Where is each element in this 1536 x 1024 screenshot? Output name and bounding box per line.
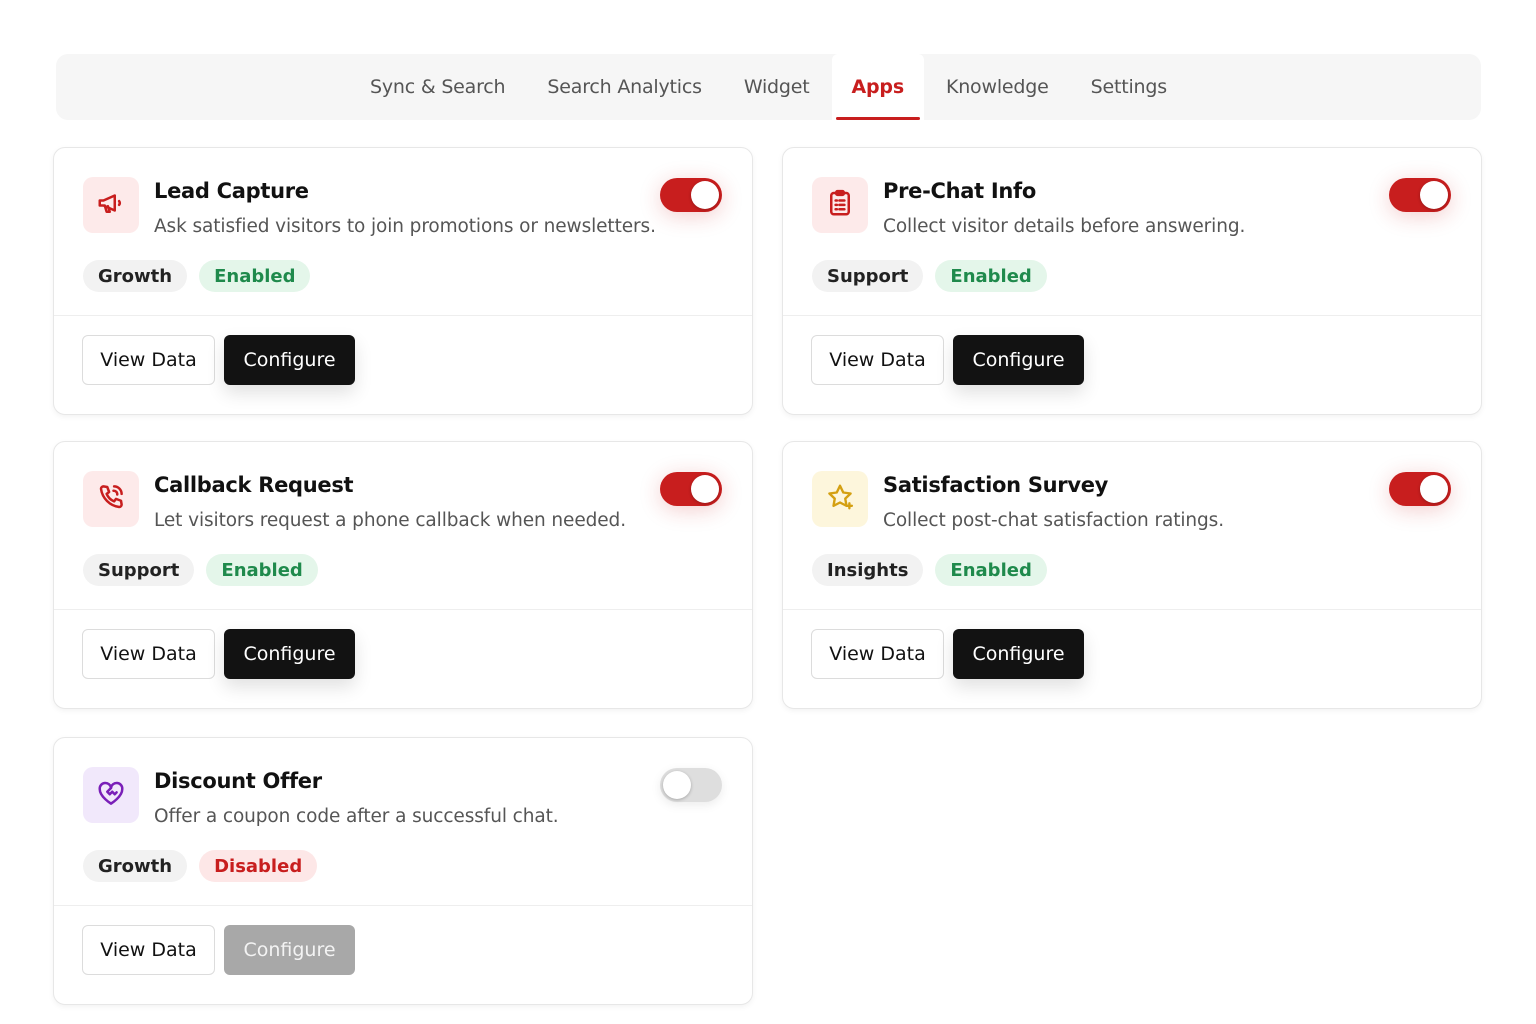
toggle-knob xyxy=(1420,475,1448,503)
view-data-button[interactable]: View Data xyxy=(82,629,215,679)
app-card-pre-chat-info: Pre-Chat Info Collect visitor details be… xyxy=(782,147,1482,415)
app-icon-box xyxy=(812,471,868,527)
tab-search-analytics[interactable]: Search Analytics xyxy=(527,54,721,120)
category-badge: Support xyxy=(83,554,195,586)
configure-button[interactable]: Configure xyxy=(953,335,1084,385)
app-toggle[interactable] xyxy=(660,768,722,802)
view-data-button[interactable]: View Data xyxy=(82,335,215,385)
tab-apps[interactable]: Apps xyxy=(831,54,924,120)
app-title: Discount Offer xyxy=(154,769,322,793)
app-icon-box xyxy=(83,767,139,823)
toggle-knob xyxy=(691,475,719,503)
heart-handshake-icon xyxy=(96,778,126,812)
app-card-callback-request: Callback Request Let visitors request a … xyxy=(53,441,753,709)
tab-settings[interactable]: Settings xyxy=(1071,54,1187,120)
view-data-button[interactable]: View Data xyxy=(811,335,944,385)
configure-button[interactable]: Configure xyxy=(224,335,355,385)
app-toggle[interactable] xyxy=(660,472,722,506)
app-icon-box xyxy=(812,177,868,233)
megaphone-icon xyxy=(96,188,126,222)
app-title: Lead Capture xyxy=(154,179,309,203)
toggle-knob xyxy=(691,181,719,209)
status-badge: Enabled xyxy=(199,260,311,292)
category-badge: Support xyxy=(812,260,924,292)
tab-bar: Sync & Search Search Analytics Widget Ap… xyxy=(56,54,1481,120)
badge-group: Support Enabled xyxy=(812,260,1047,292)
app-title: Callback Request xyxy=(154,473,354,497)
app-title: Satisfaction Survey xyxy=(883,473,1109,497)
app-description: Let visitors request a phone callback wh… xyxy=(154,510,626,531)
badge-group: Growth Enabled xyxy=(83,260,311,292)
toggle-knob xyxy=(663,771,691,799)
tab-knowledge[interactable]: Knowledge xyxy=(926,54,1069,120)
view-data-button[interactable]: View Data xyxy=(811,629,944,679)
status-badge: Enabled xyxy=(935,260,1047,292)
tab-sync-search[interactable]: Sync & Search xyxy=(350,54,525,120)
star-sparkle-icon xyxy=(825,482,855,516)
app-card-lead-capture: Lead Capture Ask satisfied visitors to j… xyxy=(53,147,753,415)
configure-button[interactable]: Configure xyxy=(224,925,355,975)
status-badge: Disabled xyxy=(199,850,318,882)
category-badge: Growth xyxy=(83,260,188,292)
configure-button[interactable]: Configure xyxy=(224,629,355,679)
clipboard-icon xyxy=(825,188,855,222)
app-title: Pre-Chat Info xyxy=(883,179,1037,203)
view-data-button[interactable]: View Data xyxy=(82,925,215,975)
badge-group: Growth Disabled xyxy=(83,850,318,882)
category-badge: Growth xyxy=(83,850,188,882)
app-icon-box xyxy=(83,177,139,233)
app-toggle[interactable] xyxy=(660,178,722,212)
configure-button[interactable]: Configure xyxy=(953,629,1084,679)
app-toggle[interactable] xyxy=(1389,178,1451,212)
status-badge: Enabled xyxy=(935,554,1047,586)
app-description: Collect post-chat satisfaction ratings. xyxy=(883,510,1224,531)
toggle-knob xyxy=(1420,181,1448,209)
app-icon-box xyxy=(83,471,139,527)
app-description: Ask satisfied visitors to join promotion… xyxy=(154,216,656,237)
category-badge: Insights xyxy=(812,554,924,586)
tab-widget[interactable]: Widget xyxy=(724,54,830,120)
app-card-satisfaction-survey: Satisfaction Survey Collect post-chat sa… xyxy=(782,441,1482,709)
badge-group: Support Enabled xyxy=(83,554,318,586)
status-badge: Enabled xyxy=(206,554,318,586)
app-card-discount-offer: Discount Offer Offer a coupon code after… xyxy=(53,737,753,1005)
phone-ringing-icon xyxy=(96,482,126,516)
app-toggle[interactable] xyxy=(1389,472,1451,506)
badge-group: Insights Enabled xyxy=(812,554,1047,586)
app-description: Collect visitor details before answering… xyxy=(883,216,1246,237)
app-description: Offer a coupon code after a successful c… xyxy=(154,806,559,827)
